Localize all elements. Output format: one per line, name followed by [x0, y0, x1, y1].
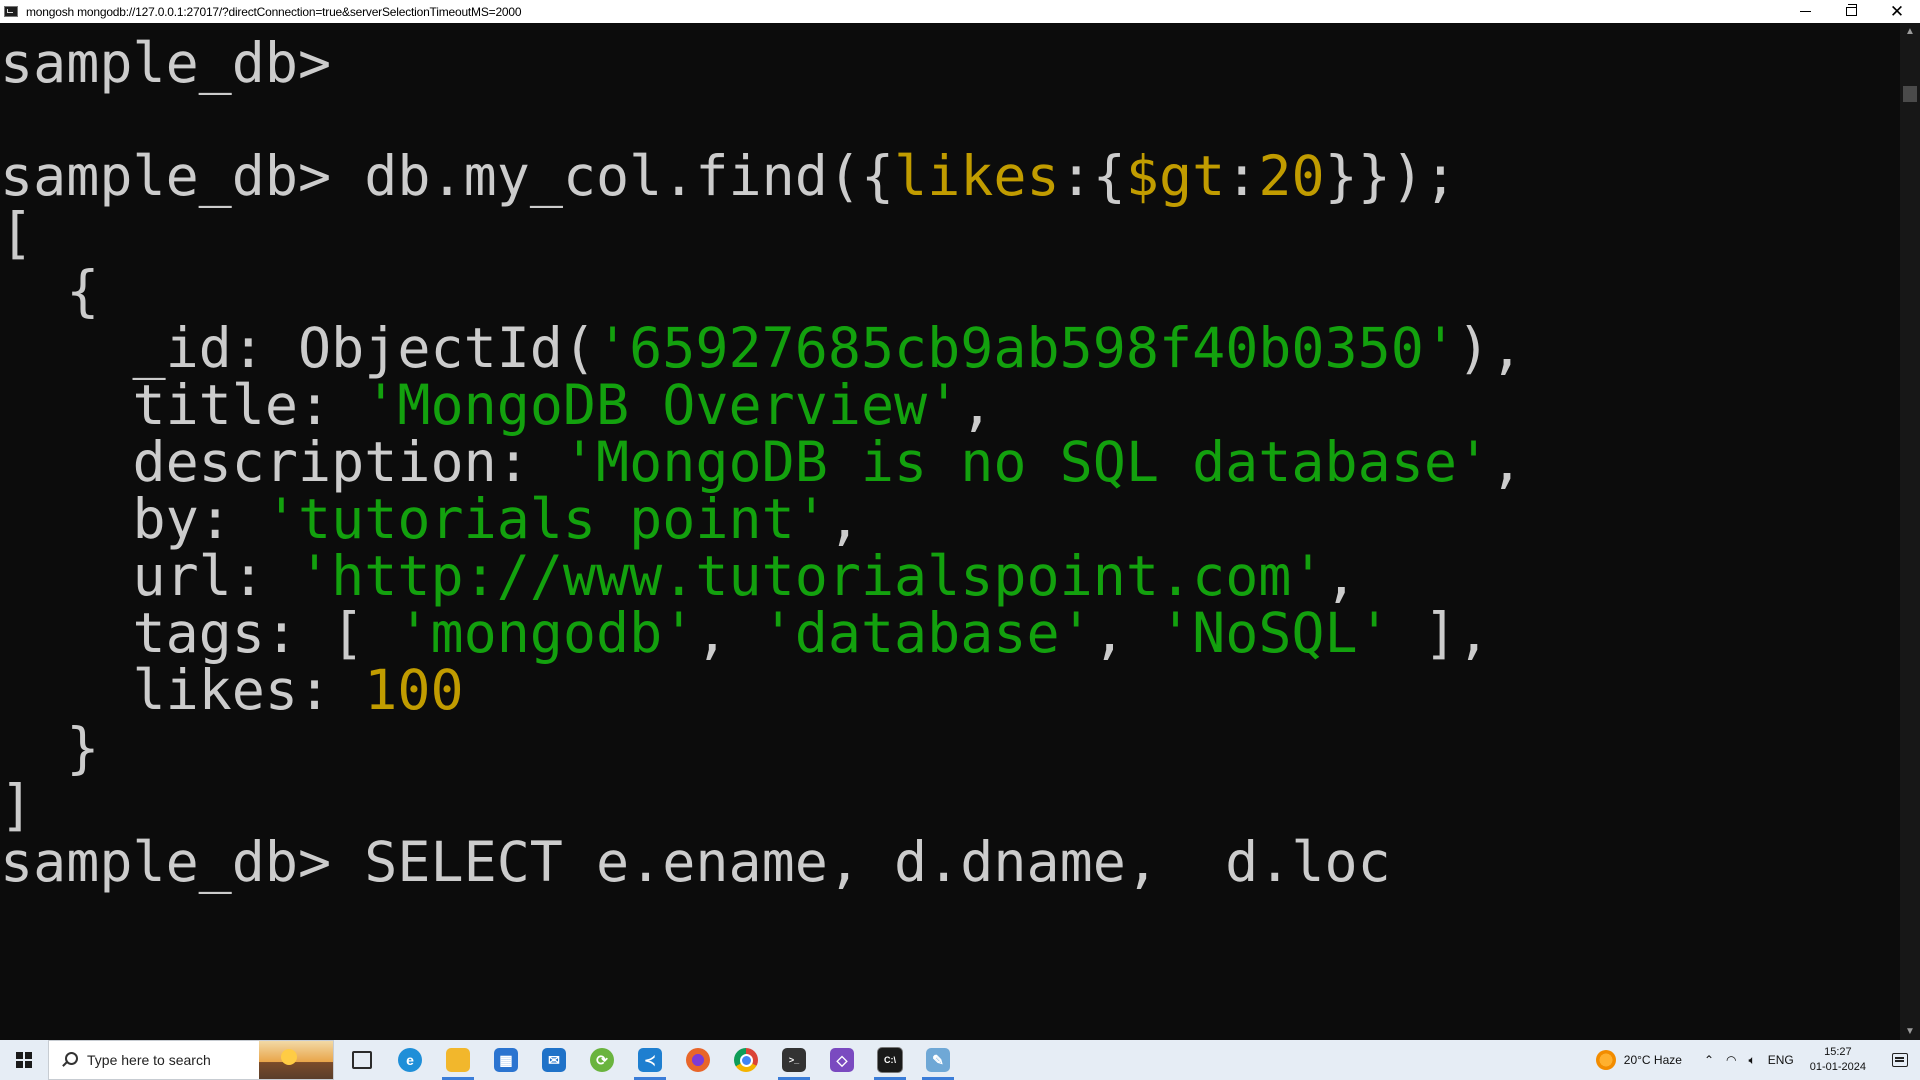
command-suffix: }});	[1324, 144, 1458, 208]
visual-studio-button[interactable]: ◇	[818, 1040, 866, 1080]
start-button[interactable]	[0, 1040, 48, 1080]
folder-icon	[446, 1048, 470, 1072]
wifi-icon[interactable]: ◠	[1726, 1053, 1736, 1067]
clock-time: 15:27	[1824, 1046, 1852, 1058]
terminal-output[interactable]: sample_db> sample_db> db.my_col.find({li…	[0, 23, 1900, 1040]
chrome-icon	[734, 1048, 758, 1072]
search-icon	[59, 1050, 81, 1070]
search-placeholder: Type here to search	[87, 1052, 211, 1068]
prompt-line: sample_db>	[0, 28, 331, 98]
vertical-scrollbar[interactable]: ▲ ▼	[1900, 23, 1920, 1040]
command-line: sample_db> db.my_col.find({likes:{$gt:20…	[0, 141, 1457, 211]
terminal-icon: >_	[782, 1048, 806, 1072]
edge-button[interactable]: e	[386, 1040, 434, 1080]
paint-button[interactable]: ✎	[914, 1040, 962, 1080]
task-view-icon	[352, 1051, 372, 1069]
paint-icon: ✎	[926, 1048, 950, 1072]
close-icon: ✕	[1889, 2, 1905, 21]
command-prompt-icon: C:\	[877, 1047, 903, 1073]
spring-icon: ⟳	[590, 1048, 614, 1072]
command-operator: $gt	[1125, 144, 1226, 208]
file-explorer-button[interactable]	[434, 1040, 482, 1080]
weather-sun-icon[interactable]	[1595, 1050, 1616, 1070]
notifications-button[interactable]	[1880, 1040, 1920, 1080]
system-tray: 20°C Haze ⌃ ◠ 🔈︎ ENG 15:27 01-01-2024	[1595, 1040, 1920, 1080]
search-highlight-image	[259, 1041, 333, 1079]
minimize-icon	[1799, 11, 1811, 12]
command-prompt-button[interactable]: C:\	[866, 1040, 914, 1080]
mail-icon: ✉	[542, 1048, 566, 1072]
close-button[interactable]: ✕	[1874, 0, 1920, 23]
language-indicator[interactable]: ENG	[1768, 1053, 1794, 1067]
visual-studio-icon: ◇	[830, 1048, 854, 1072]
command-prefix: db.my_col.find({	[364, 144, 895, 208]
clock-date: 01-01-2024	[1809, 1061, 1866, 1073]
command-field: likes	[894, 144, 1060, 208]
taskbar-search[interactable]: Type here to search	[48, 1040, 334, 1080]
vscode-button[interactable]: ≺	[626, 1040, 674, 1080]
minimize-button[interactable]	[1782, 0, 1828, 23]
close-brace: }	[66, 716, 100, 780]
restore-icon	[1845, 4, 1857, 16]
scroll-down-icon[interactable]: ▼	[1900, 1023, 1920, 1040]
show-hidden-icons-icon[interactable]: ⌃	[1704, 1053, 1714, 1067]
command-colon: :{	[1059, 144, 1126, 208]
field-value: 100	[364, 658, 464, 722]
command-value: 20	[1258, 144, 1325, 208]
field-key: likes:	[132, 658, 365, 722]
notification-icon	[1892, 1053, 1908, 1067]
tag-value: 'NoSQL'	[1158, 601, 1391, 665]
prompt: sample_db>	[0, 31, 332, 95]
weather-text[interactable]: 20°C Haze	[1624, 1053, 1682, 1067]
prompt: sample_db>	[0, 144, 332, 208]
scroll-up-icon[interactable]: ▲	[1900, 23, 1920, 40]
store-icon: ▦	[494, 1048, 518, 1072]
firefox-icon	[686, 1048, 710, 1072]
pinned-apps: e ▦ ✉ ⟳ ≺ >_ ◇ C:\ ✎	[338, 1040, 962, 1080]
scrollbar-thumb[interactable]	[1903, 86, 1917, 102]
store-button[interactable]: ▦	[482, 1040, 530, 1080]
partial-command-line: sample_db> SELECT e.ename, d.dname, d.lo…	[0, 830, 1391, 894]
tag-value: 'database'	[761, 601, 1093, 665]
window-title: mongosh mongodb://127.0.0.1:27017/?direc…	[26, 4, 522, 19]
maximize-button[interactable]	[1828, 0, 1874, 23]
firefox-button[interactable]	[674, 1040, 722, 1080]
command-colon: :	[1225, 144, 1259, 208]
task-view-button[interactable]	[338, 1040, 386, 1080]
field-punct: ),	[1456, 316, 1524, 380]
taskbar: Type here to search e ▦ ✉ ⟳ ≺ >_ ◇ C:\ ✎…	[0, 1040, 1920, 1080]
vscode-icon: ≺	[638, 1048, 662, 1072]
clock[interactable]: 15:27 01-01-2024	[1810, 1045, 1866, 1075]
window-controls: ✕	[1782, 0, 1920, 23]
window-title-bar[interactable]: mongosh mongodb://127.0.0.1:27017/?direc…	[0, 0, 1920, 23]
volume-icon[interactable]: 🔈︎	[1749, 1053, 1756, 1068]
windows-logo-icon	[16, 1052, 32, 1068]
terminal-app-button[interactable]: >_	[770, 1040, 818, 1080]
field-punct: ],	[1390, 601, 1491, 665]
console-app-icon	[4, 6, 18, 17]
spring-tools-button[interactable]: ⟳	[578, 1040, 626, 1080]
edge-icon: e	[398, 1048, 422, 1072]
chrome-button[interactable]	[722, 1040, 770, 1080]
mail-button[interactable]: ✉	[530, 1040, 578, 1080]
